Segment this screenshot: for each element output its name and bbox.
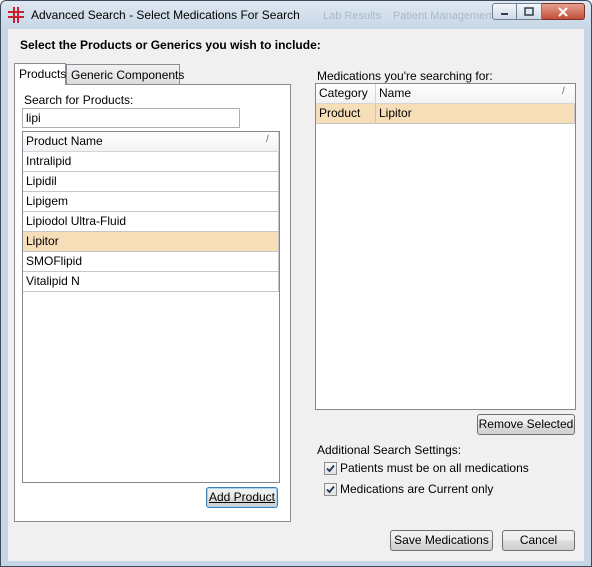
maximize-button[interactable]: [517, 3, 542, 20]
list-item[interactable]: Intralipid: [23, 152, 279, 172]
checkmark-icon: [326, 464, 335, 473]
product-search-input[interactable]: [22, 108, 240, 128]
list-item[interactable]: Lipidil: [23, 172, 279, 192]
products-list[interactable]: Product Name / Intralipid Lipidil Lipige…: [22, 131, 280, 483]
remove-selected-button[interactable]: Remove Selected: [477, 414, 575, 435]
products-list-header: Product Name /: [23, 132, 279, 152]
title-bar[interactable]: Advanced Search - Select Medications For…: [1, 1, 591, 29]
column-header-product-name[interactable]: Product Name: [23, 132, 279, 151]
app-logo-icon: [8, 7, 24, 23]
minimize-icon: [501, 13, 508, 15]
cancel-button[interactable]: Cancel: [502, 530, 575, 551]
window-title: Advanced Search - Select Medications For…: [31, 8, 300, 22]
additional-settings-label: Additional Search Settings:: [317, 443, 462, 457]
background-window-text: Patient Management: [393, 10, 495, 22]
background-window-text: Lab Results: [323, 10, 382, 22]
add-product-button[interactable]: Add Product: [206, 487, 278, 508]
sort-indicator-icon: /: [266, 134, 269, 145]
maximize-icon: [524, 7, 534, 16]
caption-buttons: [492, 3, 585, 21]
list-item[interactable]: Vitalipid N: [23, 272, 279, 292]
list-item[interactable]: SMOFlipid: [23, 252, 279, 272]
current-only-label[interactable]: Medications are Current only: [340, 482, 493, 496]
tab-generic-components[interactable]: Generic Components: [66, 64, 184, 84]
medication-category-cell[interactable]: Product: [316, 104, 376, 124]
all-medications-label[interactable]: Patients must be on all medications: [340, 461, 529, 475]
add-product-button-label: Add Product: [208, 490, 276, 504]
save-medications-button[interactable]: Save Medications: [390, 530, 493, 551]
cancel-button-label: Cancel: [519, 533, 558, 547]
tab-products[interactable]: Products: [14, 63, 66, 85]
sort-indicator-icon: /: [562, 86, 565, 97]
list-item[interactable]: Lipiodol Ultra-Fluid: [23, 212, 279, 232]
dialog-body: Select the Products or Generics you wish…: [8, 29, 584, 561]
instructions-heading: Select the Products or Generics you wish…: [20, 38, 321, 52]
dialog-window: Advanced Search - Select Medications For…: [0, 0, 592, 567]
search-label: Search for Products:: [24, 93, 134, 107]
close-icon: [558, 6, 568, 17]
medications-list-header: Category Name /: [316, 84, 575, 104]
checkmark-icon: [326, 485, 335, 494]
minimize-button[interactable]: [492, 3, 517, 20]
list-item-selected[interactable]: Lipitor: [23, 232, 279, 252]
medications-label: Medications you're searching for:: [317, 69, 493, 83]
remove-selected-button-label: Remove Selected: [478, 417, 574, 431]
column-header-name[interactable]: Name: [376, 84, 575, 103]
save-medications-button-label: Save Medications: [394, 533, 489, 547]
medication-name-cell[interactable]: Lipitor: [376, 104, 575, 124]
column-header-category[interactable]: Category: [316, 84, 376, 103]
checkbox-current-only[interactable]: [324, 483, 337, 496]
medications-list[interactable]: Category Name / Product Lipitor: [315, 83, 576, 410]
list-item[interactable]: Lipigem: [23, 192, 279, 212]
checkbox-all-medications[interactable]: [324, 462, 337, 475]
close-button[interactable]: [542, 3, 585, 20]
